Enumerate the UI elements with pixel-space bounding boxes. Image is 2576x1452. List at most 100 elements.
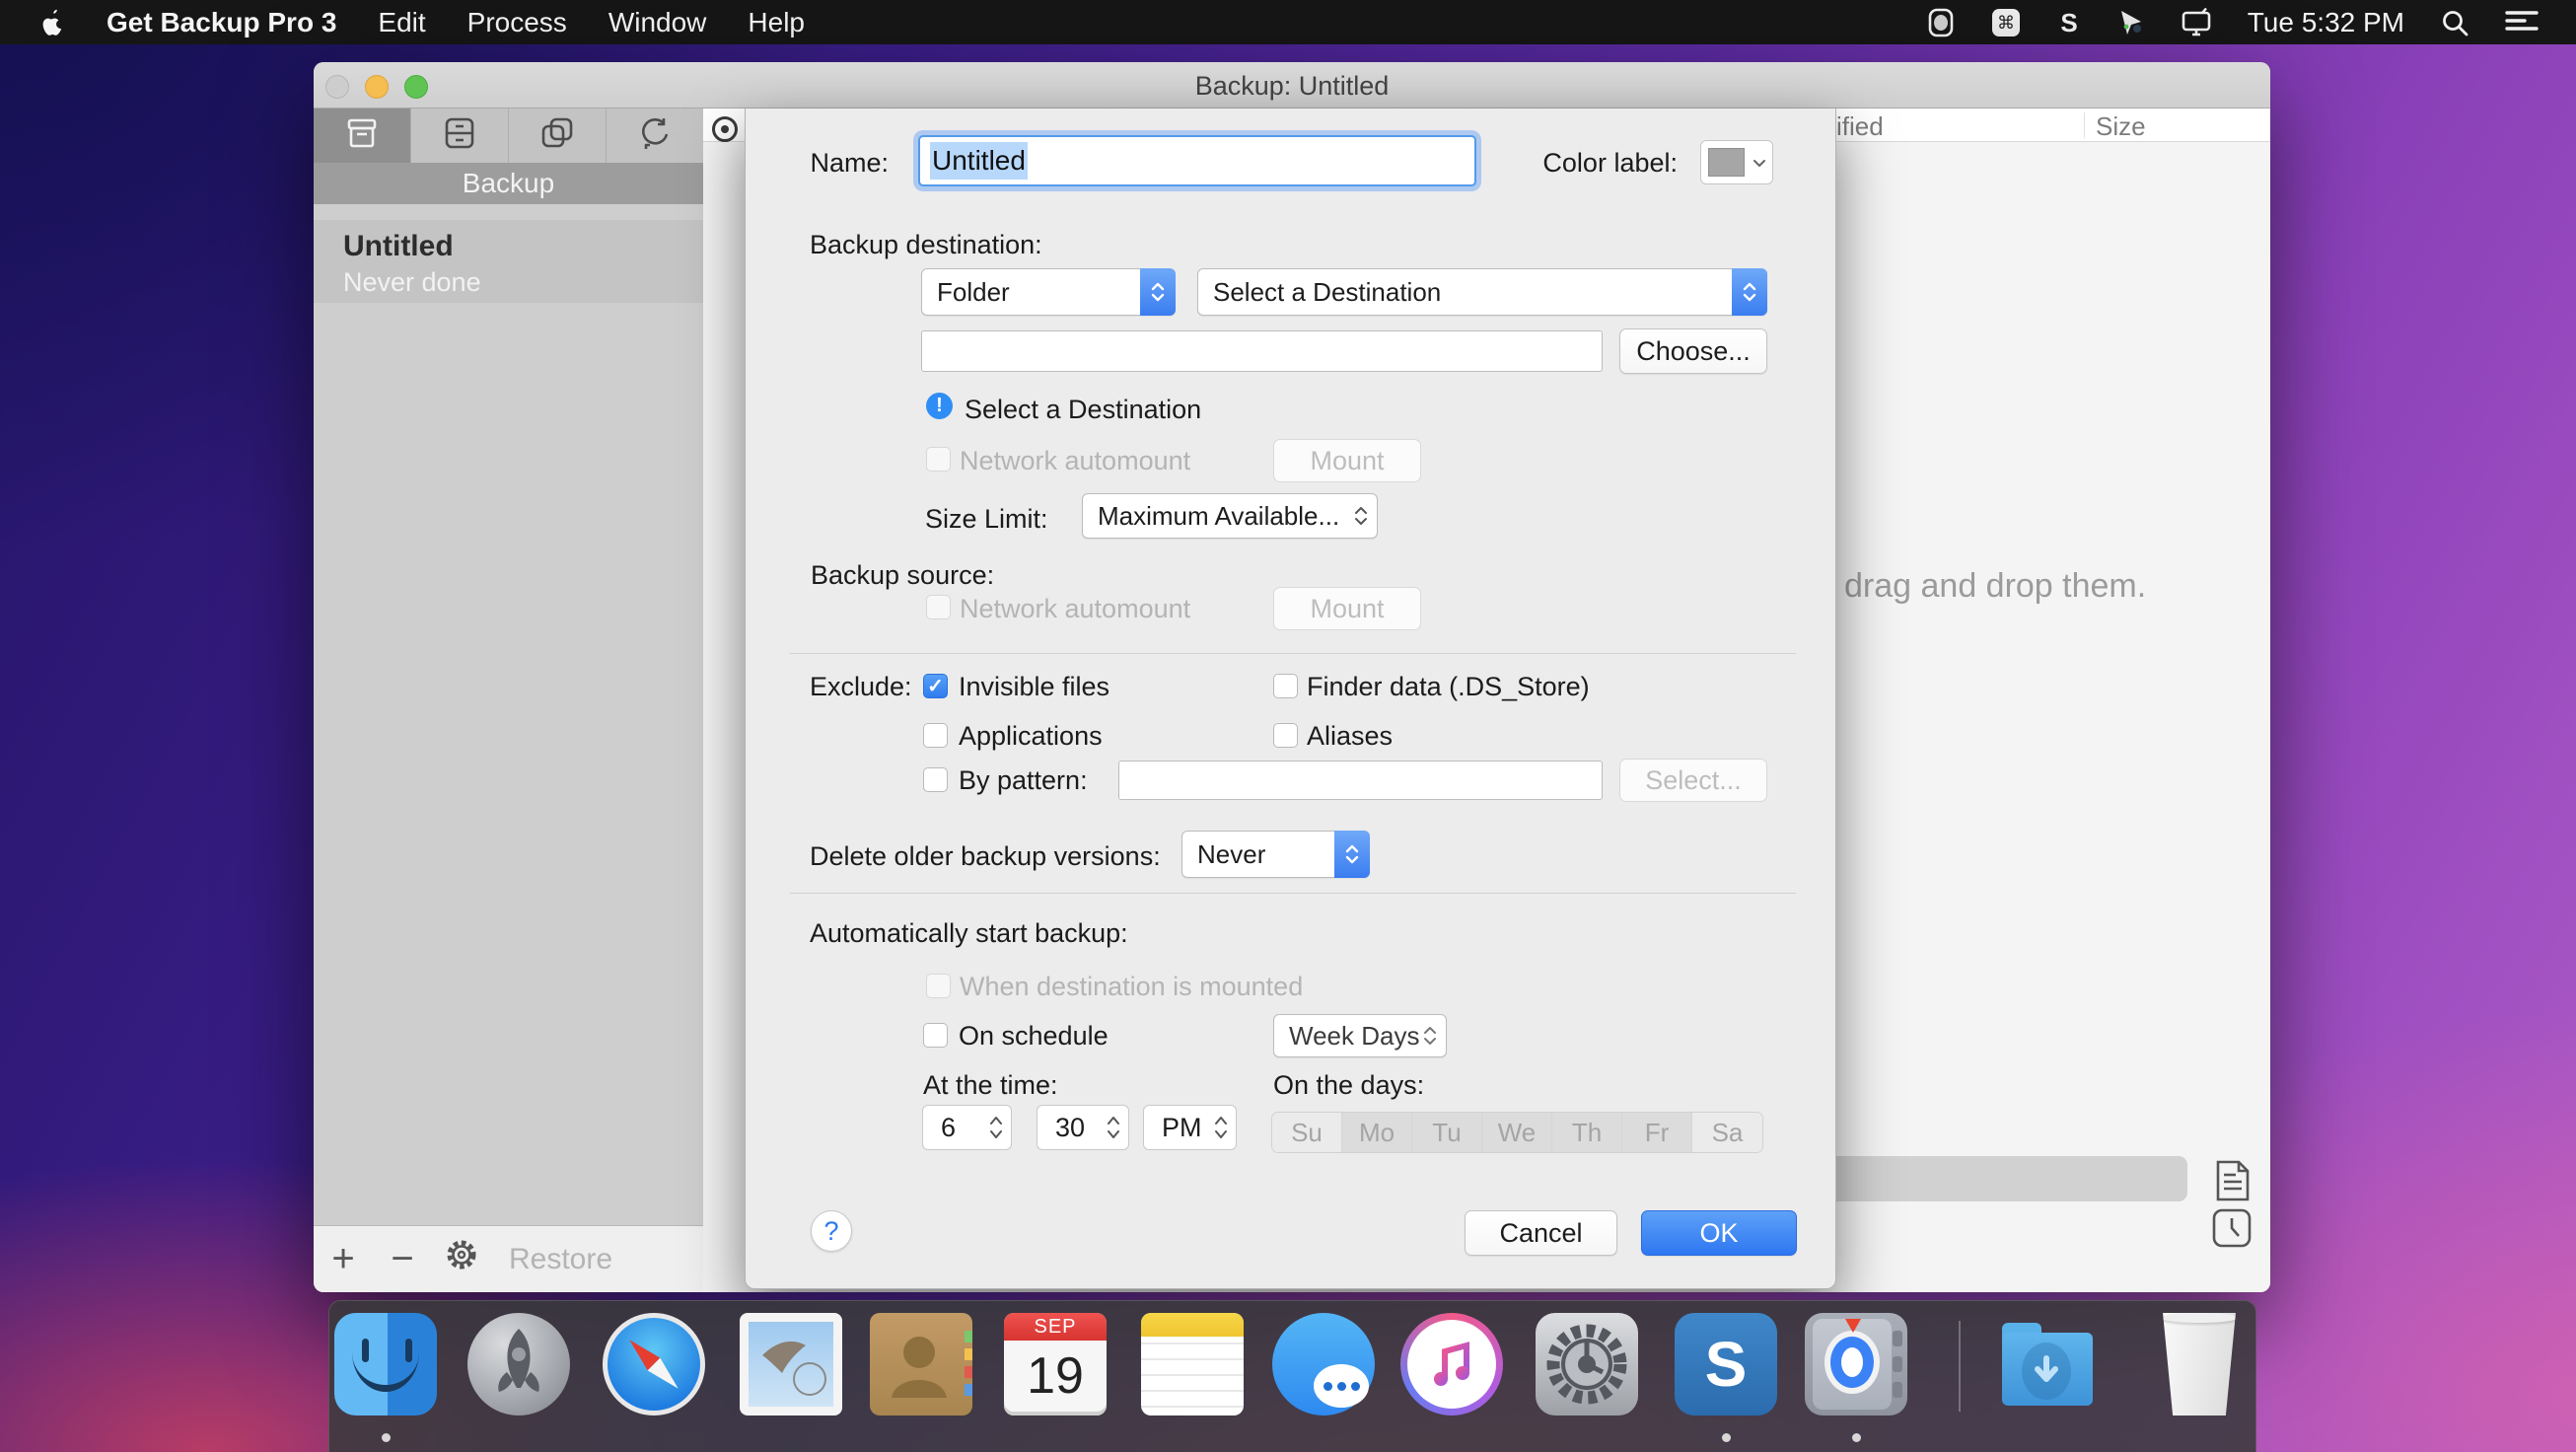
finder-data-checkbox[interactable]	[1273, 674, 1298, 698]
day-mo[interactable]: Mo	[1342, 1113, 1412, 1152]
menu-window[interactable]: Window	[608, 7, 707, 38]
add-backup-button[interactable]: +	[314, 1237, 373, 1281]
menu-clock[interactable]: Tue 5:32 PM	[2248, 7, 2404, 38]
pattern-select-button[interactable]: Select...	[1619, 759, 1767, 802]
watch-icon[interactable]	[1926, 7, 1956, 38]
network-automount-label-source: Network automount	[960, 594, 1190, 624]
document-log-icon[interactable]	[2214, 1159, 2252, 1207]
minute-stepper[interactable]: 30	[1037, 1105, 1129, 1150]
hour-stepper[interactable]: 6	[922, 1105, 1012, 1150]
dock-messages-icon[interactable]	[1272, 1313, 1375, 1416]
dock-get-backup-pro-icon[interactable]	[1805, 1313, 1907, 1416]
network-automount-checkbox-destination[interactable]	[926, 447, 951, 472]
color-label-dropdown[interactable]	[1700, 140, 1773, 184]
help-button[interactable]: ?	[811, 1210, 852, 1252]
menu-app-name[interactable]: Get Backup Pro 3	[107, 7, 336, 38]
destination-type-popup[interactable]: Folder	[921, 268, 1176, 316]
menu-process[interactable]: Process	[467, 7, 567, 38]
auto-start-section-label: Automatically start backup:	[810, 918, 1128, 949]
gear-icon[interactable]	[432, 1237, 491, 1281]
aliases-checkbox[interactable]	[1273, 723, 1298, 748]
tab-archive[interactable]	[411, 109, 509, 163]
destination-type-value: Folder	[937, 277, 1010, 308]
get-backup-pro-window: Backup: Untitled Backup Untitle	[314, 62, 2270, 1292]
dock-contacts-icon[interactable]	[870, 1313, 972, 1416]
dock-mail-icon[interactable]	[740, 1313, 842, 1416]
menu-edit[interactable]: Edit	[378, 7, 425, 38]
backup-box-icon	[342, 113, 382, 158]
invisible-files-checkbox[interactable]: ✓	[923, 674, 948, 698]
applications-checkbox[interactable]	[923, 723, 948, 748]
dock-itunes-icon[interactable]	[1400, 1313, 1503, 1416]
column-modified[interactable]: ified	[1836, 111, 1884, 142]
tab-backup[interactable]	[314, 109, 411, 163]
invisible-files-label: Invisible files	[959, 672, 1109, 702]
display-icon[interactable]	[2181, 8, 2212, 37]
remove-backup-button[interactable]: −	[373, 1237, 432, 1281]
tab-sync[interactable]	[607, 109, 703, 163]
mount-button-destination[interactable]: Mount	[1273, 439, 1421, 482]
divider	[790, 893, 1796, 894]
day-su[interactable]: Su	[1272, 1113, 1342, 1152]
size-limit-popup[interactable]: Maximum Available...	[1082, 493, 1378, 539]
ok-button[interactable]: OK	[1641, 1210, 1797, 1256]
popup-chevrons-icon	[1423, 1015, 1437, 1056]
help-button-label: ?	[823, 1216, 838, 1247]
day-tu[interactable]: Tu	[1412, 1113, 1482, 1152]
ampm-stepper[interactable]: PM	[1143, 1105, 1237, 1150]
dock-trash-icon[interactable]	[2148, 1313, 2251, 1416]
column-size[interactable]: Size	[2096, 111, 2146, 142]
history-clock-icon[interactable]	[2212, 1208, 2252, 1253]
menu-bar: Get Backup Pro 3 Edit Process Window Hel…	[0, 0, 2576, 44]
popup-chevrons-icon	[1732, 268, 1767, 316]
menu-help[interactable]: Help	[748, 7, 805, 38]
network-automount-checkbox-source[interactable]	[926, 595, 951, 619]
dock-safari-icon[interactable]	[603, 1313, 705, 1416]
pointer-icon[interactable]	[2117, 8, 2145, 37]
day-sa[interactable]: Sa	[1692, 1113, 1762, 1152]
delete-versions-label: Delete older backup versions:	[810, 841, 1161, 872]
day-th[interactable]: Th	[1552, 1113, 1622, 1152]
dock-notes-icon[interactable]	[1141, 1313, 1244, 1416]
mount-button-source[interactable]: Mount	[1273, 587, 1421, 630]
search-icon[interactable]	[2440, 8, 2469, 37]
backup-item-status: Never done	[343, 267, 703, 298]
day-fr[interactable]: Fr	[1622, 1113, 1692, 1152]
divider	[790, 653, 1796, 654]
sidebar-list: Untitled Never done	[314, 204, 703, 1225]
pattern-input[interactable]	[1118, 761, 1603, 800]
schedule-popup[interactable]: Week Days	[1273, 1014, 1447, 1057]
backup-list-item[interactable]: Untitled Never done	[314, 220, 703, 303]
destination-target-popup[interactable]: Select a Destination	[1197, 268, 1767, 316]
by-pattern-checkbox[interactable]	[923, 767, 948, 792]
name-input[interactable]: Untitled	[918, 135, 1476, 186]
cancel-button[interactable]: Cancel	[1465, 1210, 1617, 1256]
dock-launchpad-icon[interactable]	[467, 1313, 570, 1416]
dock-snagit-icon[interactable]: S	[1675, 1313, 1777, 1416]
delete-versions-popup[interactable]: Never	[1181, 831, 1370, 878]
on-schedule-checkbox[interactable]	[923, 1023, 948, 1048]
restore-button[interactable]: Restore	[509, 1243, 612, 1276]
command-icon[interactable]: ⌘	[1991, 8, 2021, 37]
window-titlebar[interactable]: Backup: Untitled	[314, 62, 2270, 109]
destination-path-input[interactable]	[921, 330, 1603, 372]
apple-menu-icon[interactable]	[39, 8, 65, 37]
snagit-status-icon[interactable]: S	[2056, 8, 2082, 37]
dock-calendar-icon[interactable]: SEP 19	[1004, 1313, 1107, 1416]
when-mounted-checkbox[interactable]	[926, 974, 951, 998]
notification-list-icon[interactable]	[2505, 9, 2539, 36]
column-separator[interactable]	[2084, 112, 2085, 138]
chevron-down-icon	[1753, 155, 1766, 173]
running-indicator-snagit	[1722, 1433, 1731, 1442]
dock-finder-icon[interactable]	[334, 1313, 437, 1416]
pattern-select-label: Select...	[1645, 765, 1742, 796]
size-limit-label: Size Limit:	[925, 504, 1048, 535]
day-we[interactable]: We	[1482, 1113, 1552, 1152]
dock-system-preferences-icon[interactable]	[1536, 1313, 1638, 1416]
dock-downloads-icon[interactable]	[1996, 1313, 2099, 1416]
record-target-icon[interactable]	[712, 116, 738, 142]
tab-clone[interactable]	[509, 109, 607, 163]
by-pattern-label: By pattern:	[959, 765, 1088, 796]
choose-button[interactable]: Choose...	[1619, 328, 1767, 374]
on-schedule-label: On schedule	[959, 1021, 1109, 1052]
